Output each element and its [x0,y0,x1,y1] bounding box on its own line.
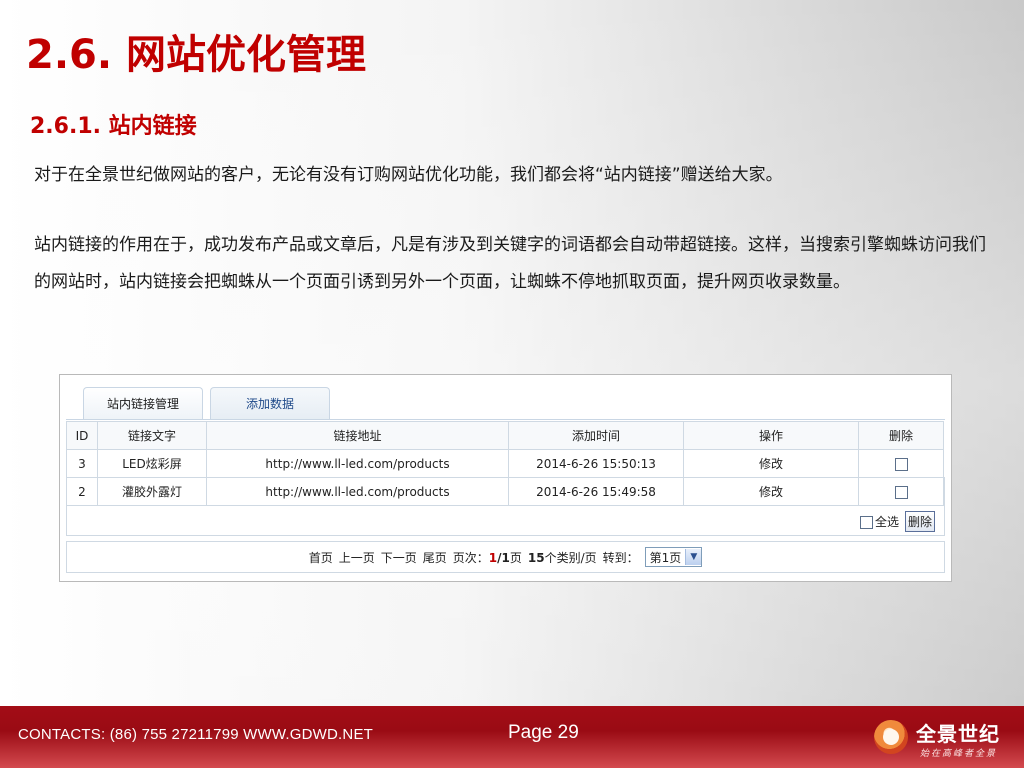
goto-label: 转到： [602,550,639,565]
page-info: 页次：1/1页 [453,549,522,566]
tab-add-data[interactable]: 添加数据 [210,387,330,420]
logo-emblem-icon [874,720,908,754]
current-page: 1 [488,550,498,565]
page-unit: 页 [509,550,522,565]
row-id: 3 [66,449,98,478]
per-page-label: 个类别/页 [544,550,597,565]
company-logo: 全景世纪 始在高峰者全景 [870,716,1015,760]
row-delete-checkbox[interactable] [894,457,908,471]
col-added-time: 添加时间 [508,421,684,450]
page-info-label: 页次： [452,550,489,565]
logo-name: 全景世纪 [916,722,1000,746]
intro-paragraph: 对于在全景世纪做网站的客户，无论有没有订购网站优化功能，我们都会将“站内链接”赠… [34,165,783,185]
next-page-link[interactable]: 下一页 [381,549,417,566]
section-subtitle: 2.6.1. 站内链接 [30,114,197,139]
table-row: 3 LED炫彩屏 http://www.ll-led.com/products … [66,449,944,478]
per-page-info: 15个类别/页 [528,549,597,566]
page-number: Page 29 [508,722,579,743]
pagination: 首页 上一页 下一页 尾页 页次：1/1页 15个类别/页 转到： 第1页 ▼ [66,541,945,573]
edit-link[interactable]: 修改 [683,449,859,478]
logo-slogan: 始在高峰者全景 [920,749,998,759]
admin-screenshot-panel: 站内链接管理 添加数据 ID 链接文字 链接地址 添加时间 操作 删除 3 LE… [59,374,952,582]
col-link-url: 链接地址 [206,421,509,450]
col-delete: 删除 [858,421,944,450]
prev-page-link[interactable]: 上一页 [339,549,375,566]
actions-area [66,477,945,536]
col-id: ID [66,421,98,450]
select-all-checkbox[interactable] [859,516,873,529]
contacts-text: CONTACTS: (86) 755 27211799 WWW.GDWD.NET [18,726,374,743]
row-link-url[interactable]: http://www.ll-led.com/products [206,449,509,478]
slide-title: 2.6. 网站优化管理 [26,32,366,78]
select-all-label: 全选 [874,515,899,529]
bulk-actions: 全选 删除 [859,511,935,532]
tab-link-management[interactable]: 站内链接管理 [83,387,203,420]
table-header-row: ID 链接文字 链接地址 添加时间 操作 删除 [66,421,944,450]
first-page-link[interactable]: 首页 [309,549,333,566]
chevron-down-icon[interactable]: ▼ [685,549,702,565]
last-page-link[interactable]: 尾页 [423,549,447,566]
footer-bar: CONTACTS: (86) 755 27211799 WWW.GDWD.NET… [0,706,1024,768]
col-operation: 操作 [683,421,859,450]
select-all-control[interactable]: 全选 [859,513,899,530]
row-delete-cell [858,449,944,478]
total-pages: /1 [497,550,510,565]
page-select-value: 第1页 [649,550,682,565]
row-link-text: LED炫彩屏 [97,449,207,478]
col-link-text: 链接文字 [97,421,207,450]
delete-button[interactable]: 删除 [904,511,935,532]
row-added-time: 2014-6-26 15:50:13 [508,449,684,478]
tab-divider [66,419,945,420]
page-select[interactable]: 第1页 ▼ [644,547,703,567]
per-page-count: 15 [527,550,545,565]
description-paragraph: 站内链接的作用在于，成功发布产品或文章后，凡是有涉及到关键字的词语都会自动带超链… [34,235,986,292]
